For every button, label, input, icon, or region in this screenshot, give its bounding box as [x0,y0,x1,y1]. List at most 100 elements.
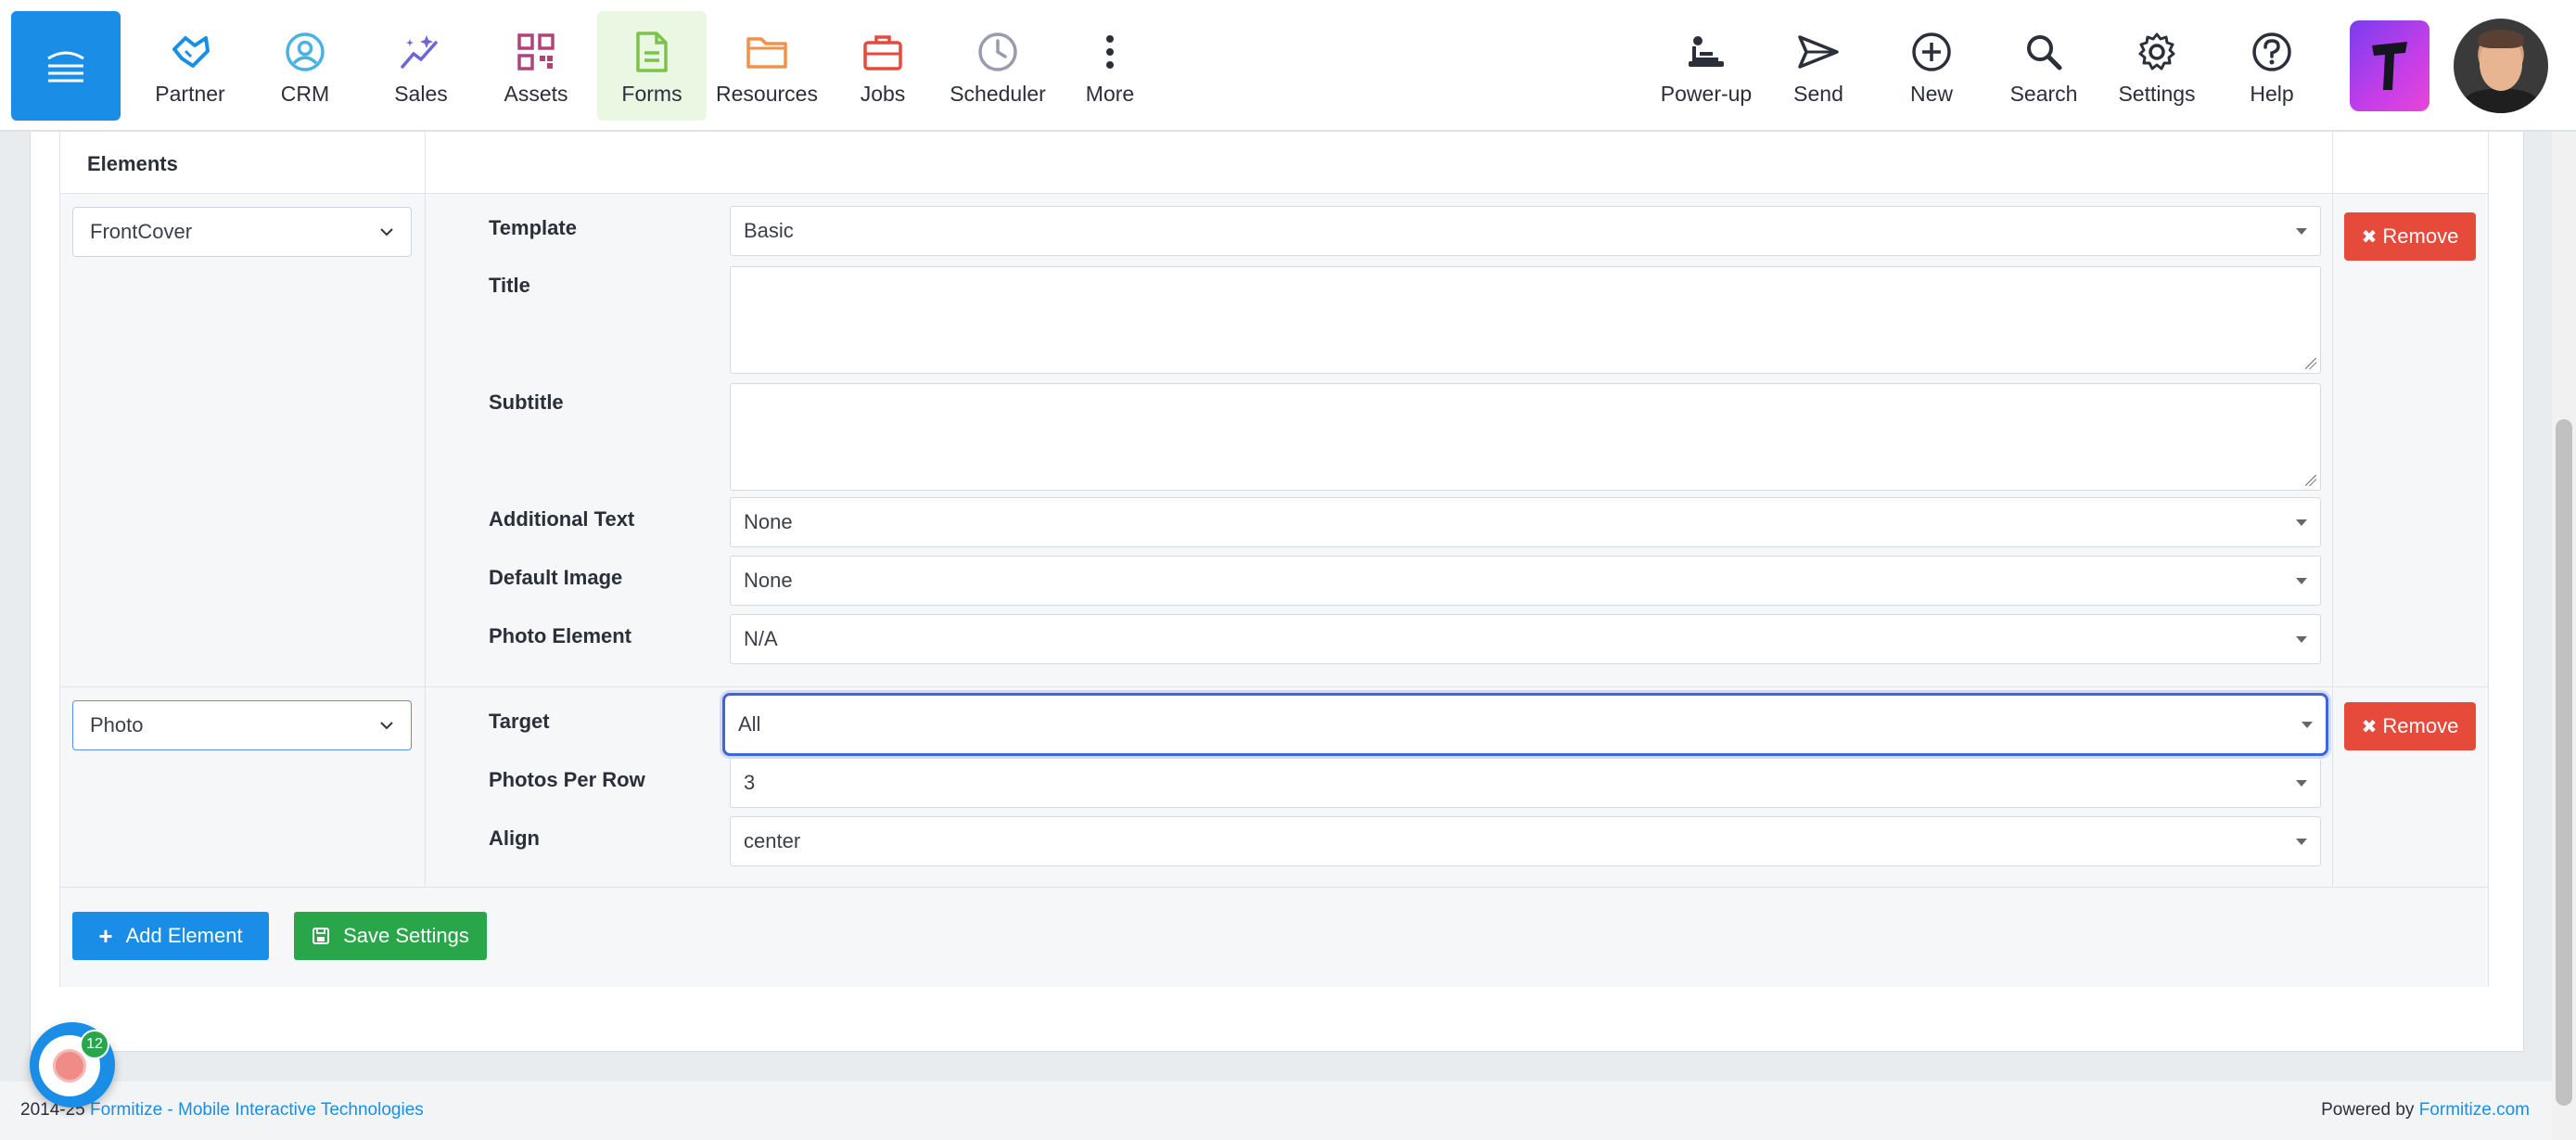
align-label: Align [489,826,540,850]
kebab-icon [1106,35,1114,69]
element-type-value: FrontCover [90,220,193,243]
element-row-frontcover: FrontCover Template Basic Title Subtitle… [60,193,2488,686]
subtitle-label: Subtitle [489,391,564,414]
page-scrollbar-thumb[interactable] [2556,419,2572,1106]
caret-down-icon [2302,721,2313,728]
remove-photo-button[interactable]: ✖ Remove [2344,702,2476,750]
caret-down-icon [2296,838,2307,845]
power-up-icon [1689,36,1724,67]
nav-more[interactable]: More [1055,11,1165,121]
nav-power-up[interactable]: Power-up [1651,11,1761,121]
target-label: Target [489,710,550,733]
caret-down-icon [2296,635,2307,643]
plus-icon: + [98,921,113,950]
additional-text-select[interactable]: None [730,497,2321,547]
caret-down-icon [2296,779,2307,787]
save-settings-label: Save Settings [343,924,469,947]
title-textarea[interactable] [730,266,2321,374]
element-row-photo: Photo Target All Photos Per Row 3 Align … [60,686,2488,887]
photo-element-label: Photo Element [489,624,632,647]
photos-per-row-value: 3 [744,771,756,794]
nav-assets[interactable]: Assets [481,11,591,121]
photos-per-row-label: Photos Per Row [489,768,645,791]
nav-forms-label: Forms [621,82,682,106]
nav-sales[interactable]: Sales [366,11,476,121]
nav-crm-label: CRM [280,82,330,106]
add-element-button[interactable]: + Add Element [72,912,269,960]
recorder-button[interactable]: 12 [30,1022,115,1108]
default-image-label: Default Image [489,566,623,589]
nav-new[interactable]: New [1877,11,1986,121]
nav-scheduler[interactable]: Scheduler [943,11,1052,121]
caret-down-icon [2296,519,2307,526]
nav-resources[interactable]: Resources [712,11,822,121]
clock-icon [978,32,1017,71]
remove-frontcover-button[interactable]: ✖ Remove [2344,212,2476,261]
brand-tile[interactable] [2350,20,2429,111]
powered-by-link[interactable]: Formitize.com [2419,1100,2530,1120]
template-select[interactable]: Basic [730,206,2321,256]
align-select[interactable]: center [730,816,2321,866]
nav-send-label: Send [1793,82,1843,106]
save-settings-button[interactable]: Save Settings [294,912,487,960]
nav-resources-label: Resources [716,82,818,106]
footer-company-link[interactable]: Formitize - Mobile Interactive Technolog… [90,1100,424,1120]
nav-power-up-label: Power-up [1660,82,1753,106]
element-type-value: Photo [90,713,144,737]
caret-down-icon [2296,577,2307,584]
resize-grip-icon[interactable] [2305,358,2316,369]
nav-partner-label: Partner [155,82,225,106]
app-logo[interactable] [11,11,121,121]
nav-partner[interactable]: Partner [135,11,245,121]
title-label: Title [489,274,530,297]
nav-crm[interactable]: CRM [250,11,360,121]
chevron-down-icon [380,722,393,730]
document-icon [636,32,668,72]
nav-settings-label: Settings [2118,82,2196,106]
sparkle-chart-icon [401,35,438,69]
remove-label: Remove [2382,714,2459,737]
add-element-label: Add Element [125,924,243,947]
handshake-icon [172,36,210,68]
nav-help[interactable]: Help [2217,11,2327,121]
nav-assets-label: Assets [504,82,568,106]
template-label: Template [489,216,577,239]
nav-forms[interactable]: Forms [597,11,707,121]
elements-table: Elements FrontCover Template Basic Title… [59,130,2489,987]
powered-by-text: Powered by [2321,1100,2415,1120]
brand-logo-icon [2372,42,2407,90]
nav-jobs[interactable]: Jobs [828,11,937,121]
nav-more-label: More [1085,82,1135,106]
nav-search[interactable]: Search [1989,11,2098,121]
element-type-select[interactable]: FrontCover [72,207,412,257]
nav-scheduler-label: Scheduler [950,82,1046,106]
nav-sales-label: Sales [394,82,448,106]
template-value: Basic [744,219,794,242]
photo-element-value: N/A [744,627,778,650]
chevron-down-icon [380,228,393,237]
target-select[interactable]: All [722,693,2328,756]
folder-icon [746,37,787,69]
nav-search-label: Search [2009,82,2078,106]
nav-settings[interactable]: Settings [2102,11,2212,121]
photo-element-select[interactable]: N/A [730,614,2321,664]
gear-icon [2138,32,2175,70]
subtitle-textarea[interactable] [730,383,2321,491]
user-avatar[interactable] [2454,19,2548,113]
nav-new-label: New [1909,82,1953,106]
close-icon: ✖ [2361,226,2378,248]
qr-grid-icon [517,33,555,70]
element-type-select[interactable]: Photo [72,700,412,750]
photos-per-row-select[interactable]: 3 [730,758,2321,808]
resize-grip-icon[interactable] [2305,475,2316,486]
default-image-select[interactable]: None [730,556,2321,606]
notification-badge: 12 [80,1030,109,1059]
nav-send[interactable]: Send [1764,11,1873,121]
remove-label: Remove [2382,224,2459,248]
additional-text-label: Additional Text [489,507,635,531]
target-value: All [738,712,761,736]
top-nav: Partner CRM Sales Assets Forms Resources… [0,0,2576,132]
send-icon [1798,35,1839,69]
caret-down-icon [2296,227,2307,235]
close-icon: ✖ [2361,716,2378,737]
